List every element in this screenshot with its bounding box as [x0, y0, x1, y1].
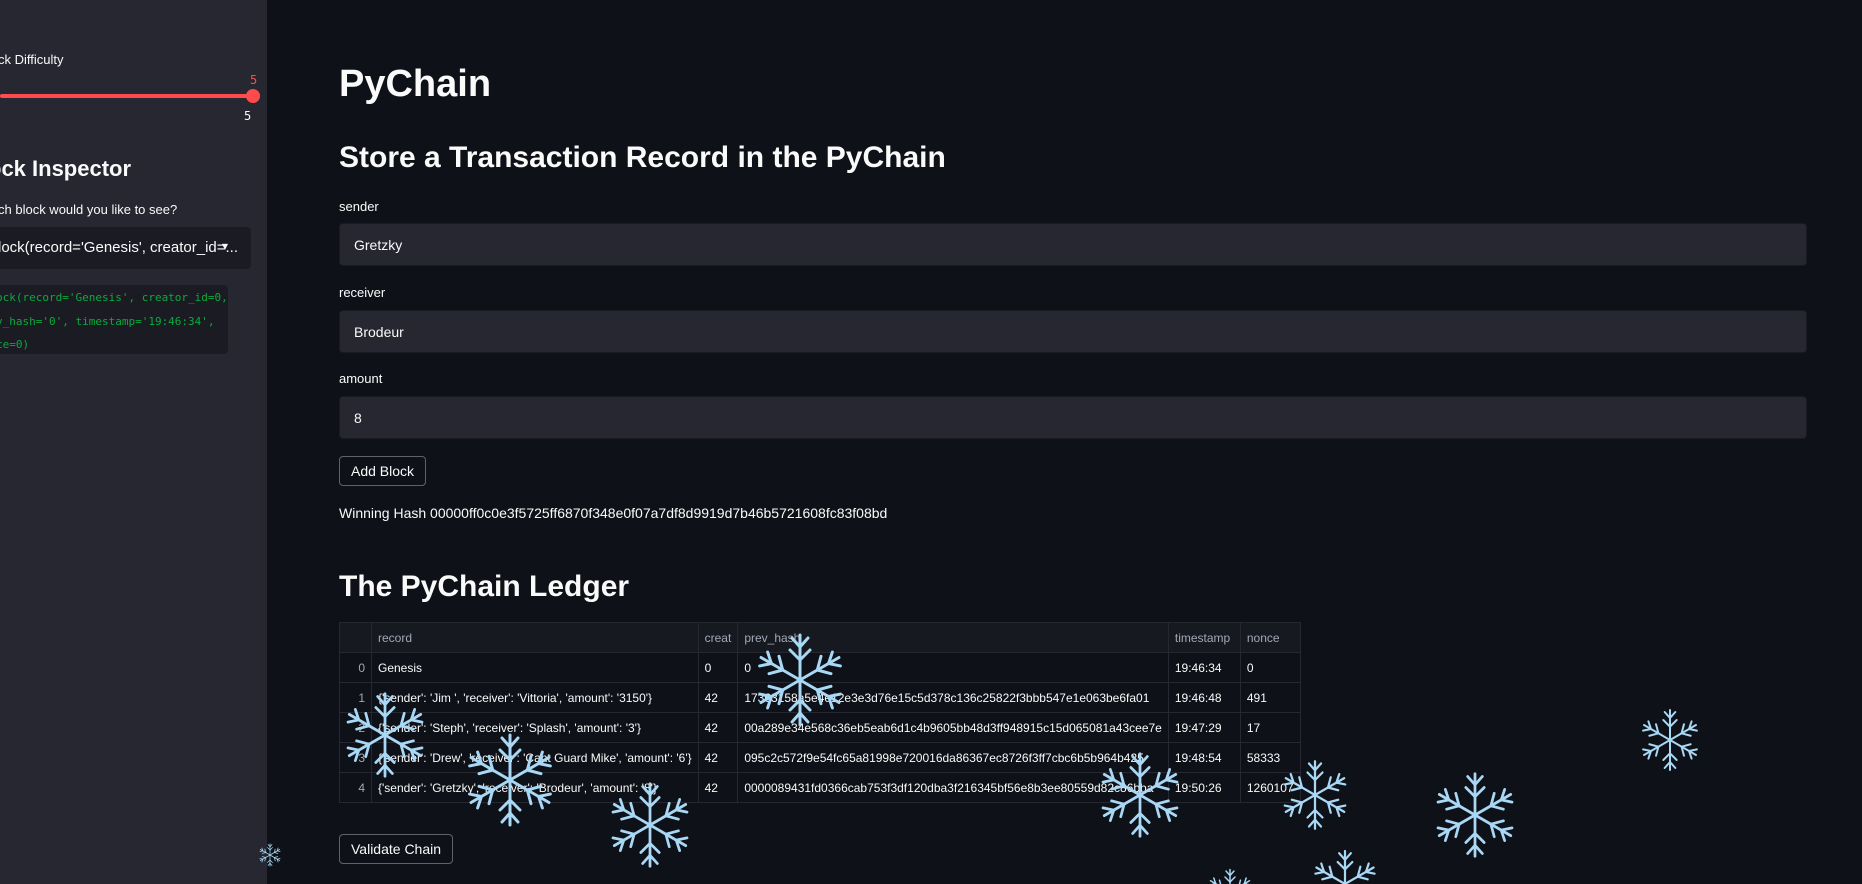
block-select-label: ch block would you like to see?	[0, 202, 178, 217]
creator-cell[interactable]: 42	[697, 682, 739, 713]
difficulty-label: ck Difficulty	[0, 52, 64, 67]
ledger-table[interactable]: record creat prev_hash timestamp nonce 0…	[339, 622, 1301, 803]
nonce-cell[interactable]: 1260107	[1239, 772, 1301, 803]
page-title: PyChain	[339, 63, 492, 105]
winning-hash: Winning Hash 00000ff0c0e3f5725ff6870f348…	[339, 505, 888, 521]
record-cell[interactable]: Genesis	[371, 652, 699, 683]
column-header[interactable]: timestamp	[1167, 622, 1241, 653]
code-line: ock(record='Genesis', creator_id=0,	[0, 291, 228, 304]
creator-cell[interactable]: 42	[697, 742, 739, 773]
receiver-label: receiver	[339, 285, 386, 300]
block-select[interactable]: lock(record='Genesis', creator_id=... ▾	[0, 227, 251, 269]
creator-cell[interactable]: 42	[697, 772, 739, 803]
code-line: ce=0)	[0, 338, 30, 351]
column-header[interactable]: creat	[697, 622, 739, 653]
prev-hash-cell[interactable]: 0000089431fd0366cab753f3df120dba3f216345…	[737, 772, 1169, 803]
amount-label: amount	[339, 371, 383, 386]
table-header-row: record creat prev_hash timestamp nonce	[339, 622, 1301, 653]
column-header[interactable]: record	[371, 622, 699, 653]
timestamp-cell[interactable]: 19:50:26	[1167, 772, 1241, 803]
record-cell[interactable]: {'sender': 'Steph', 'receiver': 'Splash'…	[371, 712, 699, 743]
block-inspector-heading: ock Inspector	[0, 156, 132, 181]
nonce-cell[interactable]: 0	[1239, 652, 1301, 683]
record-cell[interactable]: {'sender': 'Gretzky', 'receiver': 'Brode…	[371, 772, 699, 803]
difficulty-slider-thumb[interactable]	[246, 89, 260, 103]
row-index: 1	[339, 682, 372, 713]
row-index: 3	[339, 742, 372, 773]
validate-chain-button[interactable]: Validate Chain	[339, 834, 454, 864]
ledger-heading: The PyChain Ledger	[339, 570, 630, 603]
receiver-input[interactable]	[339, 310, 1807, 353]
row-index: 2	[339, 712, 372, 743]
timestamp-cell[interactable]: 19:46:34	[1167, 652, 1241, 683]
block-detail-code: ock(record='Genesis', creator_id=0, v_ha…	[0, 285, 228, 354]
block-select-value: lock(record='Genesis', creator_id=...	[0, 239, 238, 256]
sidebar: ck Difficulty 5 5 ock Inspector ch block…	[0, 0, 267, 884]
column-header[interactable]: nonce	[1239, 622, 1301, 653]
add-block-button[interactable]: Add Block	[339, 456, 427, 486]
nonce-cell[interactable]: 17	[1239, 712, 1301, 743]
record-cell[interactable]: {'sender': 'Drew', 'receiver': 'Cant Gua…	[371, 742, 699, 773]
record-cell[interactable]: {'sender': 'Jim ', 'receiver': 'Vittoria…	[371, 682, 699, 713]
prev-hash-cell[interactable]: 095c2c572f9e54fc65a81998e720016da86367ec…	[737, 742, 1169, 773]
prev-hash-cell[interactable]: 00a289e34e568c36eb5eab6d1c4b9605bb48d3ff…	[737, 712, 1169, 743]
nonce-cell[interactable]: 58333	[1239, 742, 1301, 773]
table-row[interactable]: 1 {'sender': 'Jim ', 'receiver': 'Vittor…	[339, 682, 1301, 713]
prev-hash-cell[interactable]: 0	[737, 652, 1169, 683]
table-row[interactable]: 3 {'sender': 'Drew', 'receiver': 'Cant G…	[339, 742, 1301, 773]
table-row[interactable]: 2 {'sender': 'Steph', 'receiver': 'Splas…	[339, 712, 1301, 743]
creator-cell[interactable]: 0	[697, 652, 739, 683]
amount-input[interactable]	[339, 396, 1807, 439]
column-header[interactable]: prev_hash	[737, 622, 1169, 653]
timestamp-cell[interactable]: 19:47:29	[1167, 712, 1241, 743]
difficulty-slider-max: 5	[244, 109, 252, 123]
main-content: PyChain Store a Transaction Record in th…	[267, 0, 1862, 884]
code-line: v_hash='0', timestamp='19:46:34',	[0, 315, 215, 328]
chevron-down-icon[interactable]: ▾	[222, 239, 228, 253]
nonce-cell[interactable]: 491	[1239, 682, 1301, 713]
sender-label: sender	[339, 199, 379, 214]
creator-cell[interactable]: 42	[697, 712, 739, 743]
form-heading: Store a Transaction Record in the PyChai…	[339, 141, 946, 174]
timestamp-cell[interactable]: 19:48:54	[1167, 742, 1241, 773]
prev-hash-cell[interactable]: 17363158a5e4e12e3e3d76e15c5d378c136c2582…	[737, 682, 1169, 713]
sender-input[interactable]	[339, 223, 1807, 266]
table-row[interactable]: 0 Genesis 0 0 19:46:34 0	[339, 652, 1301, 683]
row-index: 4	[339, 772, 372, 803]
column-header[interactable]	[339, 622, 372, 653]
table-row[interactable]: 4 {'sender': 'Gretzky', 'receiver': 'Bro…	[339, 772, 1301, 803]
row-index: 0	[339, 652, 372, 683]
timestamp-cell[interactable]: 19:46:48	[1167, 682, 1241, 713]
difficulty-slider-track[interactable]	[0, 94, 253, 98]
difficulty-slider-value: 5	[250, 73, 258, 87]
